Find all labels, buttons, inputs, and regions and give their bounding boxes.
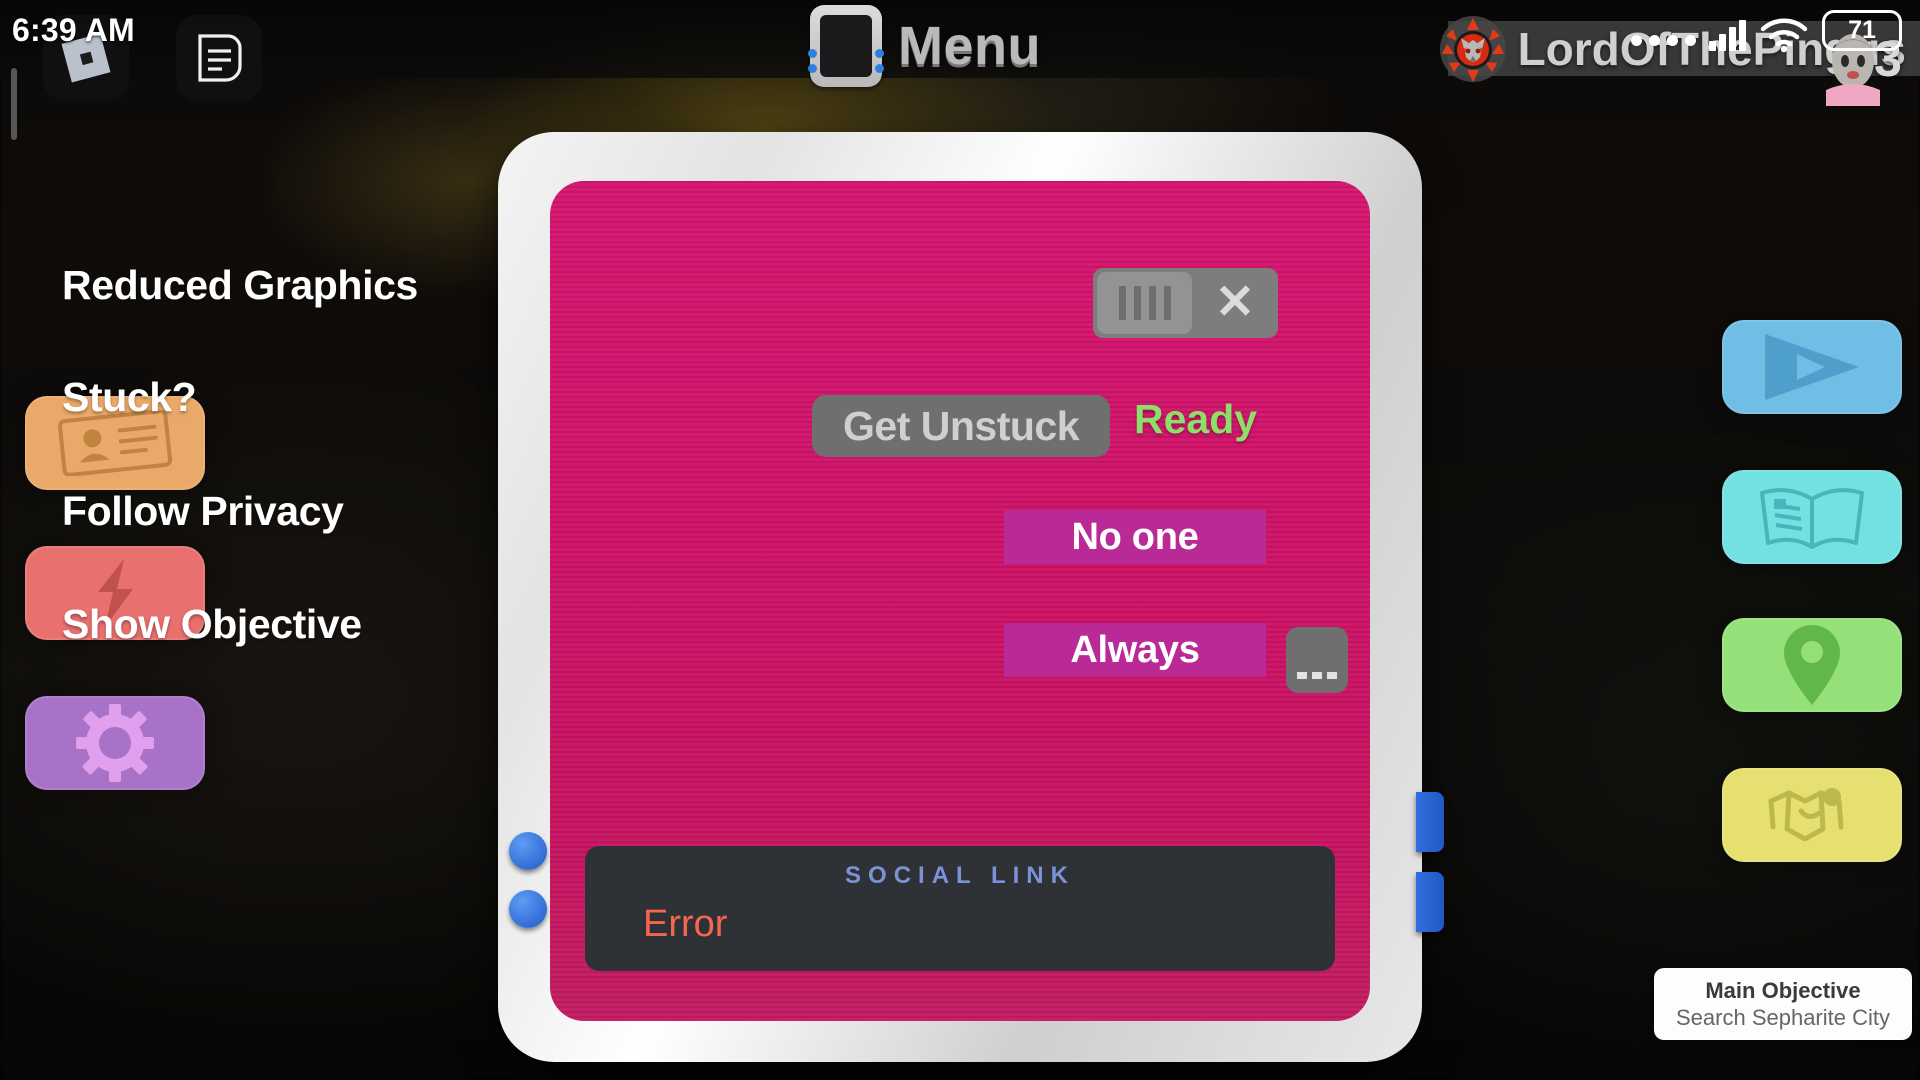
row-follow-privacy: Follow Privacy	[62, 488, 344, 535]
row-stuck: Stuck?	[62, 374, 197, 421]
stuck-status-label: Ready	[1134, 396, 1258, 442]
menu-panel-icon	[808, 5, 884, 87]
objective-toast: Main Objective Search Sepharite City	[1654, 968, 1912, 1040]
menu-panel-icon-inner	[820, 15, 872, 77]
row-reduced-graphics: Reduced Graphics	[62, 262, 418, 309]
show-objective-label: Show Objective	[62, 601, 362, 647]
book-button[interactable]	[1722, 470, 1902, 564]
social-link-value: Error	[643, 903, 728, 945]
map-pin-icon	[1784, 625, 1840, 705]
page-title: Menu	[898, 16, 1041, 76]
menu-icon-dot	[808, 64, 817, 73]
reduced-graphics-toggle[interactable]: ✕	[1093, 268, 1278, 338]
menu-icon-dot	[808, 49, 817, 58]
signal-dot	[1649, 35, 1660, 46]
show-objective-value-button[interactable]: Always	[1004, 623, 1266, 677]
signal-dot	[1631, 35, 1642, 46]
trade-button[interactable]	[1722, 768, 1902, 862]
play-triangle-icon	[1765, 334, 1859, 400]
frame-dot-button[interactable]	[509, 890, 547, 928]
ellipsis-icon[interactable]	[1286, 627, 1348, 693]
frame-dot-button[interactable]	[509, 832, 547, 870]
objective-toast-title: Main Objective	[1705, 977, 1861, 1003]
status-cluster: 71	[1631, 10, 1902, 53]
get-unstuck-button[interactable]: Get Unstuck	[812, 395, 1110, 457]
follow-privacy-label: Follow Privacy	[62, 488, 344, 534]
objective-toast-subtitle: Search Sepharite City	[1676, 1005, 1890, 1030]
clock-label: 6:39 AM	[12, 12, 135, 48]
follow-privacy-value-button[interactable]: No one	[1004, 510, 1266, 564]
map-button[interactable]	[1722, 618, 1902, 712]
follow-privacy-value: No one	[1071, 515, 1199, 558]
show-objective-value: Always	[1070, 628, 1200, 671]
reduced-graphics-label: Reduced Graphics	[62, 262, 418, 308]
menu-header: Menu	[808, 5, 1041, 87]
signal-dot	[1685, 35, 1696, 46]
play-button[interactable]	[1722, 320, 1902, 414]
battery-level-label: 71	[1848, 16, 1876, 44]
frame-tab-button[interactable]	[1416, 872, 1444, 932]
stuck-label: Stuck?	[62, 374, 197, 420]
toggle-off-icon: ✕	[1214, 276, 1256, 329]
social-link-card[interactable]: SOCIAL LINK Error	[585, 846, 1335, 971]
gear-icon	[76, 704, 154, 782]
fox-avatar-glyph	[1441, 17, 1504, 82]
social-link-title: SOCIAL LINK	[845, 862, 1075, 889]
menu-icon-dot	[875, 64, 884, 73]
fox-avatar-icon	[1439, 15, 1506, 82]
handshake-icon	[1768, 788, 1844, 842]
open-book-icon	[1760, 488, 1864, 549]
menu-icon-dot	[875, 49, 884, 58]
signal-dot	[1667, 35, 1678, 46]
battery-icon: 71	[1822, 10, 1902, 51]
chat-document-glyph	[198, 34, 242, 82]
wifi-icon	[1760, 18, 1808, 53]
cellular-bars-icon	[1709, 20, 1746, 51]
signal-dots-icon	[1631, 35, 1696, 51]
chat-document-icon[interactable]	[176, 15, 262, 101]
toggle-handle[interactable]	[1097, 272, 1192, 334]
frame-tab-button[interactable]	[1416, 792, 1444, 852]
row-show-objective: Show Objective	[62, 601, 362, 648]
settings-button[interactable]	[25, 696, 205, 790]
volume-slider[interactable]	[11, 68, 17, 140]
get-unstuck-label: Get Unstuck	[843, 402, 1080, 449]
